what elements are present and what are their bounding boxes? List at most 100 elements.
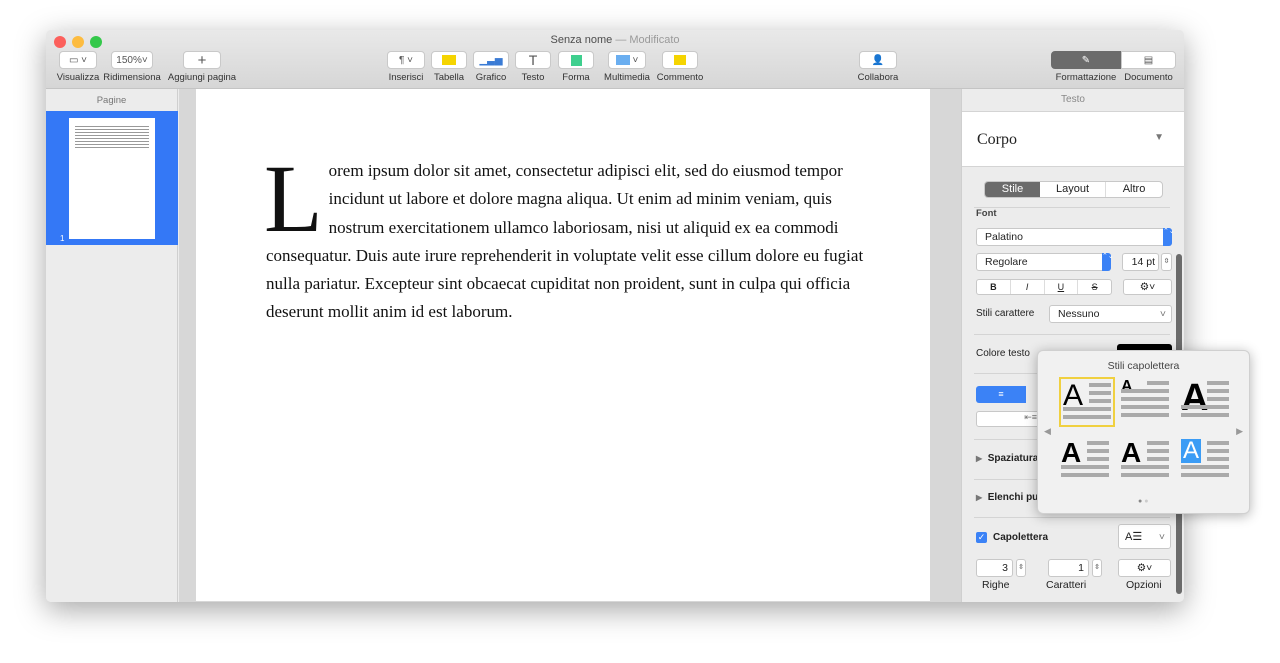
- line-placeholder: [1121, 465, 1169, 469]
- strikethrough-button[interactable]: S: [1078, 280, 1111, 294]
- sidebar-icon: ▭ ˅: [59, 51, 97, 69]
- add-page-button[interactable]: + Aggiungi pagina: [167, 51, 237, 83]
- text-color-label: Colore testo: [976, 348, 1030, 359]
- format-inspector: Testo Corpo ▼ Stile Layout Altro Font Pa…: [961, 89, 1184, 602]
- decrease-indent-button[interactable]: ⇤≡: [976, 411, 1046, 427]
- page-thumbnail[interactable]: 1: [46, 111, 178, 245]
- toolbar: Senza nome — Modificato ▭ ˅ Visualizza 15…: [46, 30, 1184, 89]
- next-arrow-icon[interactable]: ▶: [1236, 426, 1243, 437]
- tab-stile[interactable]: Stile: [985, 182, 1040, 197]
- dropcap-style-option[interactable]: A: [1059, 437, 1115, 487]
- insert-button[interactable]: ¶ ˅ Inserisci: [386, 51, 426, 83]
- text-options-gear[interactable]: ⚙˅: [1123, 279, 1172, 295]
- media-button[interactable]: ˅ Multimedia: [599, 51, 655, 83]
- dropcap-style-option[interactable]: A: [1059, 377, 1115, 427]
- line-placeholder: [1181, 473, 1229, 477]
- line-placeholder: [1181, 465, 1229, 469]
- line-placeholder: [1207, 397, 1229, 401]
- inspector-tabs: Stile Layout Altro: [984, 181, 1163, 198]
- options-label: Opzioni: [1126, 579, 1162, 591]
- zoom-dropdown[interactable]: 150% ˅ Ridimensiona: [103, 51, 161, 83]
- line-placeholder: [1089, 399, 1111, 403]
- line-placeholder: [1207, 441, 1229, 445]
- line-placeholder: [1121, 405, 1169, 409]
- dropcap-options-button[interactable]: ⚙˅: [1118, 559, 1171, 577]
- letter-a-glyph: A: [1121, 437, 1142, 468]
- page-dots[interactable]: ● ●: [1138, 498, 1148, 505]
- font-size-stepper[interactable]: ⇳: [1161, 253, 1172, 271]
- collaborate-icon: 👤: [859, 51, 897, 69]
- page-number: 1: [60, 234, 65, 243]
- spacing-disclosure[interactable]: ▶ Spaziatura: [976, 453, 1038, 464]
- dropcap-style-button[interactable]: A☰ ˅: [1118, 524, 1171, 549]
- collaborate-button[interactable]: 👤 Collabora: [855, 51, 901, 83]
- line-placeholder: [1147, 441, 1169, 445]
- bold-button[interactable]: B: [977, 280, 1011, 294]
- document-canvas: Lorem ipsum dolor sit amet, consectetur …: [179, 89, 1091, 602]
- char-style-select[interactable]: Nessuno ˅: [1049, 305, 1172, 323]
- font-weight-select[interactable]: Regolare ⌃⌄: [976, 253, 1114, 271]
- shape-icon: [570, 54, 582, 66]
- line-placeholder: [1121, 413, 1169, 417]
- view-button[interactable]: ▭ ˅ Visualizza: [52, 51, 104, 83]
- window-title: Senza nome — Modificato: [550, 34, 680, 46]
- dropcap-styles-popover: Stili capolettera ◀ ▶ AAAAAA ● ●: [1037, 350, 1250, 514]
- line-placeholder: [1147, 381, 1169, 385]
- line-placeholder: [1207, 381, 1229, 385]
- line-placeholder: [1061, 465, 1109, 469]
- previous-arrow-icon[interactable]: ◀: [1044, 426, 1051, 437]
- tab-altro[interactable]: Altro: [1106, 182, 1162, 197]
- tab-layout[interactable]: Layout: [1040, 182, 1106, 197]
- line-placeholder: [1207, 389, 1229, 393]
- table-icon: [442, 55, 456, 65]
- paragraph-style-selector[interactable]: Corpo ▼: [962, 111, 1184, 167]
- chart-icon: ▁▃▅: [479, 54, 503, 66]
- popover-title: Stili capolettera: [1107, 360, 1180, 372]
- underline-button[interactable]: U: [1045, 280, 1079, 294]
- comment-icon: [674, 55, 686, 65]
- paintbrush-icon: ✎: [1051, 51, 1121, 69]
- text-button[interactable]: T Testo: [515, 51, 551, 83]
- shape-button[interactable]: Forma: [558, 51, 594, 83]
- plus-icon: +: [183, 51, 221, 69]
- line-placeholder: [1147, 449, 1169, 453]
- body-text[interactable]: Lorem ipsum dolor sit amet, consectetur …: [264, 145, 866, 327]
- italic-button[interactable]: I: [1011, 280, 1045, 294]
- page-sidebar: Pagine 1: [46, 89, 178, 602]
- font-size-field[interactable]: 14 pt: [1122, 253, 1159, 271]
- font-family-select[interactable]: Palatino ⌃⌄: [976, 228, 1175, 246]
- align-left-button[interactable]: ≡: [976, 386, 1026, 403]
- pages-window: Senza nome — Modificato ▭ ˅ Visualizza 15…: [46, 30, 1184, 602]
- chart-button[interactable]: ▁▃▅ Grafico: [473, 51, 509, 83]
- document-page[interactable]: Lorem ipsum dolor sit amet, consectetur …: [196, 89, 930, 601]
- font-label: Font: [976, 208, 997, 219]
- line-placeholder: [1181, 405, 1229, 409]
- format-tab[interactable]: ✎ Formattazione: [1051, 51, 1121, 83]
- dropcap-style-option[interactable]: A: [1179, 377, 1235, 427]
- font-style-buttons: B I U S: [976, 279, 1112, 295]
- dropcap-style-option[interactable]: A: [1119, 437, 1175, 487]
- line-placeholder: [1061, 473, 1109, 477]
- comment-button[interactable]: Commento: [656, 51, 704, 83]
- chars-stepper[interactable]: ⇳: [1092, 559, 1102, 577]
- chars-label: Caratteri: [1046, 579, 1087, 591]
- sidebar-header: Pagine: [96, 95, 127, 106]
- inspector-header: Testo: [1061, 94, 1085, 105]
- chars-field[interactable]: 1: [1048, 559, 1089, 577]
- lines-field[interactable]: 3: [976, 559, 1013, 577]
- table-button[interactable]: Tabella: [431, 51, 467, 83]
- dropcap-style-option[interactable]: A: [1179, 437, 1235, 487]
- document-tab[interactable]: ▤ Documento: [1121, 51, 1176, 83]
- document-icon: ▤: [1121, 51, 1176, 69]
- lists-disclosure[interactable]: ▶ Elenchi pu: [976, 492, 1038, 503]
- lines-stepper[interactable]: ⇳: [1016, 559, 1026, 577]
- char-styles-label: Stili carattere: [976, 308, 1035, 319]
- line-placeholder: [1087, 441, 1109, 445]
- line-placeholder: [1089, 383, 1111, 387]
- dropcap-style-option[interactable]: A: [1119, 377, 1175, 427]
- dropcap-style-icon: A☰: [1125, 531, 1143, 543]
- line-placeholder: [1089, 391, 1111, 395]
- dropcap-checkbox[interactable]: ✓: [976, 532, 987, 543]
- line-placeholder: [1087, 449, 1109, 453]
- drop-cap: L: [264, 145, 323, 252]
